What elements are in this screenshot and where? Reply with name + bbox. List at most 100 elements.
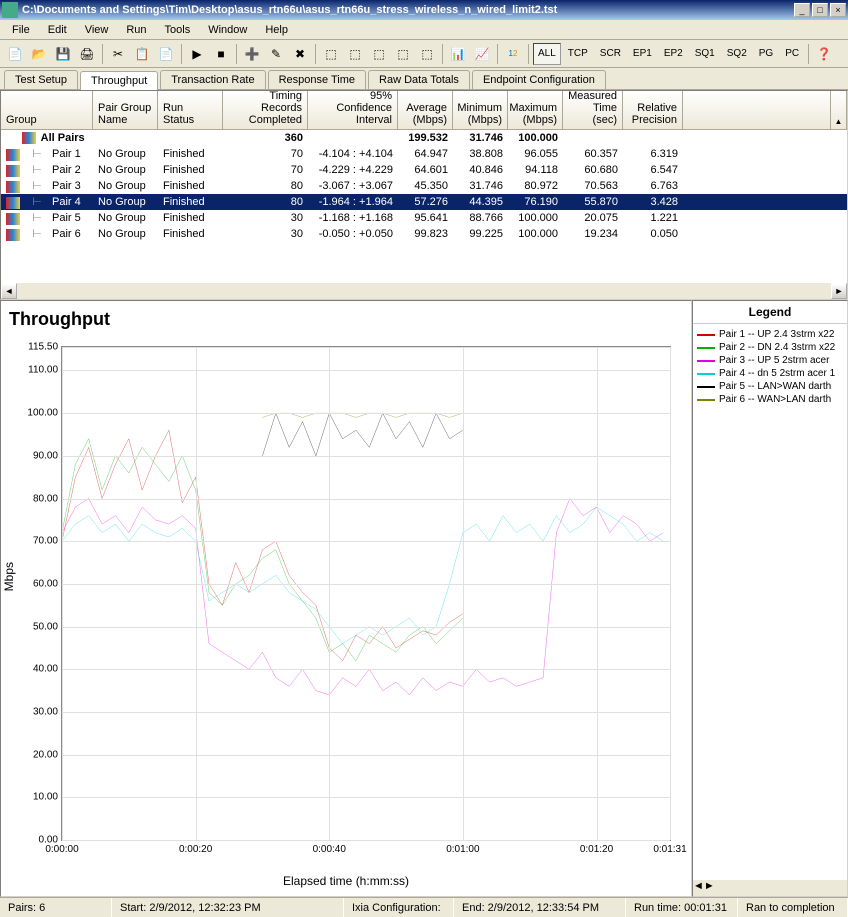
chart-panel: Throughput Mbps 0.0010.0020.0030.0040.00… — [0, 300, 692, 897]
scroll-left-icon[interactable]: ◄ — [1, 283, 17, 299]
toolbar-misc5-icon[interactable]: ⬚ — [416, 43, 438, 65]
pair-icon — [22, 132, 36, 144]
menu-file[interactable]: File — [4, 22, 38, 38]
vertical-scrollbar-up[interactable]: ▲ — [831, 91, 847, 129]
filter-ep2-button[interactable]: EP2 — [659, 43, 688, 65]
grid-body[interactable]: All Pairs360199.53231.746100.000⊢Pair 1N… — [1, 130, 847, 283]
table-row[interactable]: ⊢Pair 3No GroupFinished80-3.067 : +3.067… — [1, 178, 847, 194]
toolbar-stop-icon[interactable]: ■ — [210, 43, 232, 65]
toolbar-add-pair-icon[interactable]: ➕ — [241, 43, 263, 65]
toolbar-run-icon[interactable]: ▶ — [186, 43, 208, 65]
legend-swatch-icon — [697, 334, 715, 336]
close-button[interactable]: × — [830, 3, 846, 17]
grid-header: GroupPair Group NameRun StatusTiming Rec… — [1, 91, 847, 130]
toolbar: 📄 📂 💾 🖨 ✂ 📋 📄 ▶ ■ ➕ ✎ ✖ ⬚ ⬚ ⬚ ⬚ ⬚ 📊 📈 12… — [0, 40, 848, 68]
column-header[interactable]: 95% Confidence Interval — [308, 91, 398, 129]
toolbar-open-icon[interactable]: 📂 — [28, 43, 50, 65]
toolbar-misc2-icon[interactable]: ⬚ — [344, 43, 366, 65]
legend-item[interactable]: Pair 3 -- UP 5 2strm acer — [697, 354, 843, 367]
column-header[interactable]: Maximum (Mbps) — [508, 91, 563, 129]
table-row[interactable]: ⊢Pair 1No GroupFinished70-4.104 : +4.104… — [1, 146, 847, 162]
column-header[interactable]: Group — [1, 91, 93, 129]
menu-help[interactable]: Help — [257, 22, 296, 38]
pair-icon — [6, 229, 20, 241]
menu-view[interactable]: View — [77, 22, 117, 38]
legend-scroll-left-icon[interactable]: ◄ — [693, 880, 704, 896]
legend-horizontal-scrollbar[interactable]: ◄ ► — [693, 880, 847, 896]
tab-endpoint-configuration[interactable]: Endpoint Configuration — [472, 70, 606, 89]
app-icon — [2, 2, 18, 18]
filter-tcp-button[interactable]: TCP — [563, 43, 593, 65]
y-tick-label: 40.00 — [33, 664, 62, 675]
toolbar-misc4-icon[interactable]: ⬚ — [392, 43, 414, 65]
menu-edit[interactable]: Edit — [40, 22, 75, 38]
toolbar-delete-icon[interactable]: ✖ — [289, 43, 311, 65]
toolbar-edit-pair-icon[interactable]: ✎ — [265, 43, 287, 65]
x-tick-label: 0:00:00 — [45, 840, 78, 855]
legend-label: Pair 6 -- WAN>LAN darth — [719, 394, 831, 405]
filter-pc-button[interactable]: PC — [780, 43, 804, 65]
statusbar: Pairs: 6 Start: 2/9/2012, 12:32:23 PM Ix… — [0, 897, 848, 917]
tab-raw-data-totals[interactable]: Raw Data Totals — [368, 70, 470, 89]
maximize-button[interactable]: □ — [812, 3, 828, 17]
column-header[interactable]: Average (Mbps) — [398, 91, 453, 129]
table-row[interactable]: ⊢Pair 2No GroupFinished70-4.229 : +4.229… — [1, 162, 847, 178]
legend-item[interactable]: Pair 2 -- DN 2.4 3strm x22 — [697, 341, 843, 354]
table-row[interactable]: ⊢Pair 4No GroupFinished80-1.964 : +1.964… — [1, 194, 847, 210]
filter-ep1-button[interactable]: EP1 — [628, 43, 657, 65]
tab-throughput[interactable]: Throughput — [80, 71, 158, 90]
grid-horizontal-scrollbar[interactable]: ◄ ► — [1, 283, 847, 299]
column-header[interactable]: Minimum (Mbps) — [453, 91, 508, 129]
y-tick-label: 115.50 — [28, 342, 62, 353]
toolbar-misc1-icon[interactable]: ⬚ — [320, 43, 342, 65]
column-header[interactable]: Timing Records Completed — [223, 91, 308, 129]
toolbar-copy-icon[interactable]: 📋 — [131, 43, 153, 65]
series-line — [62, 516, 436, 644]
column-header[interactable]: Measured Time (sec) — [563, 91, 623, 129]
menu-tools[interactable]: Tools — [157, 22, 199, 38]
legend-item[interactable]: Pair 4 -- dn 5 2strm acer 1 — [697, 367, 843, 380]
series-line — [436, 507, 663, 627]
menu-run[interactable]: Run — [118, 22, 154, 38]
column-header[interactable]: Run Status — [158, 91, 223, 129]
filter-sq1-button[interactable]: SQ1 — [690, 43, 720, 65]
column-header[interactable]: Pair Group Name — [93, 91, 158, 129]
legend-item[interactable]: Pair 6 -- WAN>LAN darth — [697, 393, 843, 406]
toolbar-paste-icon[interactable]: 📄 — [155, 43, 177, 65]
tab-transaction-rate[interactable]: Transaction Rate — [160, 70, 265, 89]
toolbar-help-icon[interactable]: ❓ — [813, 43, 835, 65]
toolbar-12-icon[interactable]: 12 — [502, 43, 524, 65]
legend-label: Pair 4 -- dn 5 2strm acer 1 — [719, 368, 835, 379]
toolbar-save-icon[interactable]: 💾 — [52, 43, 74, 65]
toolbar-new-icon[interactable]: 📄 — [4, 43, 26, 65]
legend-item[interactable]: Pair 5 -- LAN>WAN darth — [697, 380, 843, 393]
legend-swatch-icon — [697, 347, 715, 349]
tab-response-time[interactable]: Response Time — [268, 70, 366, 89]
plot-area[interactable]: 0.0010.0020.0030.0040.0050.0060.0070.008… — [61, 346, 671, 841]
filter-all-button[interactable]: ALL — [533, 43, 561, 65]
legend-scroll-right-icon[interactable]: ► — [704, 880, 715, 896]
scroll-right-icon[interactable]: ► — [831, 283, 847, 299]
filter-sq2-button[interactable]: SQ2 — [722, 43, 752, 65]
toolbar-chart2-icon[interactable]: 📈 — [471, 43, 493, 65]
toolbar-chart1-icon[interactable]: 📊 — [447, 43, 469, 65]
menubar: File Edit View Run Tools Window Help — [0, 20, 848, 40]
toolbar-cut-icon[interactable]: ✂ — [107, 43, 129, 65]
y-tick-label: 90.00 — [33, 450, 62, 461]
filter-scr-button[interactable]: SCR — [595, 43, 626, 65]
menu-window[interactable]: Window — [200, 22, 255, 38]
minimize-button[interactable]: _ — [794, 3, 810, 17]
legend-item[interactable]: Pair 1 -- UP 2.4 3strm x22 — [697, 328, 843, 341]
legend-label: Pair 1 -- UP 2.4 3strm x22 — [719, 329, 834, 340]
toolbar-print-icon[interactable]: 🖨 — [76, 43, 98, 65]
table-row[interactable]: ⊢Pair 6No GroupFinished30-0.050 : +0.050… — [1, 226, 847, 242]
filter-pg-button[interactable]: PG — [754, 43, 778, 65]
chart-title: Throughput — [9, 309, 683, 330]
table-row[interactable]: ⊢Pair 5No GroupFinished30-1.168 : +1.168… — [1, 210, 847, 226]
status-start: Start: 2/9/2012, 12:32:23 PM — [112, 898, 344, 917]
column-header[interactable]: Relative Precision — [623, 91, 683, 129]
all-pairs-row[interactable]: All Pairs360199.53231.746100.000 — [1, 130, 847, 146]
toolbar-misc3-icon[interactable]: ⬚ — [368, 43, 390, 65]
tab-test-setup[interactable]: Test Setup — [4, 70, 78, 89]
x-tick-label: 0:00:20 — [179, 840, 212, 855]
